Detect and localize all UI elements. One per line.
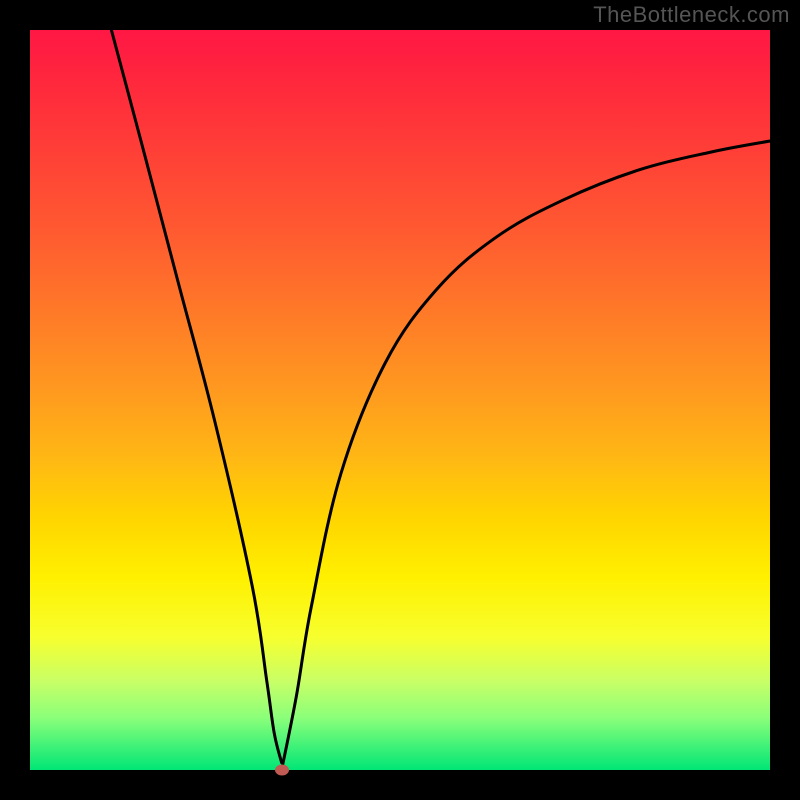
curve-left-branch xyxy=(111,30,281,763)
chart-frame: TheBottleneck.com xyxy=(0,0,800,800)
watermark-text: TheBottleneck.com xyxy=(593,2,790,28)
minimum-marker xyxy=(275,765,289,776)
bottleneck-curve xyxy=(30,30,770,770)
curve-right-branch xyxy=(282,141,770,770)
plot-area xyxy=(30,30,770,770)
